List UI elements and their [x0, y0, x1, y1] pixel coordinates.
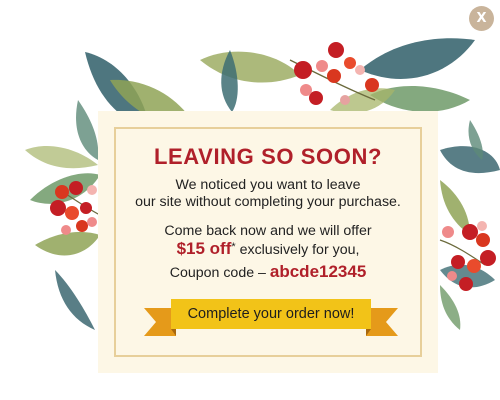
offer-line: $15 off* exclusively for you, — [98, 239, 438, 259]
close-button[interactable]: X — [469, 6, 494, 31]
message-line-2: our site without completing your purchas… — [135, 194, 401, 210]
offer-amount: $15 off — [176, 239, 232, 258]
offer-intro: Come back now and we will offer — [164, 223, 372, 239]
complete-order-button[interactable]: Complete your order now! — [171, 299, 371, 329]
exit-intent-overlay: X LEAVING SO SOON? We noticed you want t… — [0, 0, 500, 400]
coupon-code: abcde12345 — [269, 262, 367, 281]
popup-headline: LEAVING SO SOON? — [154, 144, 382, 169]
offer-suffix: exclusively for you, — [235, 242, 360, 258]
close-icon: X — [476, 11, 487, 26]
coupon-line: Coupon code – abcde12345 — [98, 262, 438, 282]
exit-popup: LEAVING SO SOON? We noticed you want to … — [98, 111, 438, 373]
offer-asterisk: * — [231, 241, 236, 253]
coupon-prefix: Coupon code – — [169, 265, 270, 281]
message-line-1: We noticed you want to leave — [175, 177, 361, 193]
cta-ribbon: Complete your order now! — [144, 298, 398, 344]
